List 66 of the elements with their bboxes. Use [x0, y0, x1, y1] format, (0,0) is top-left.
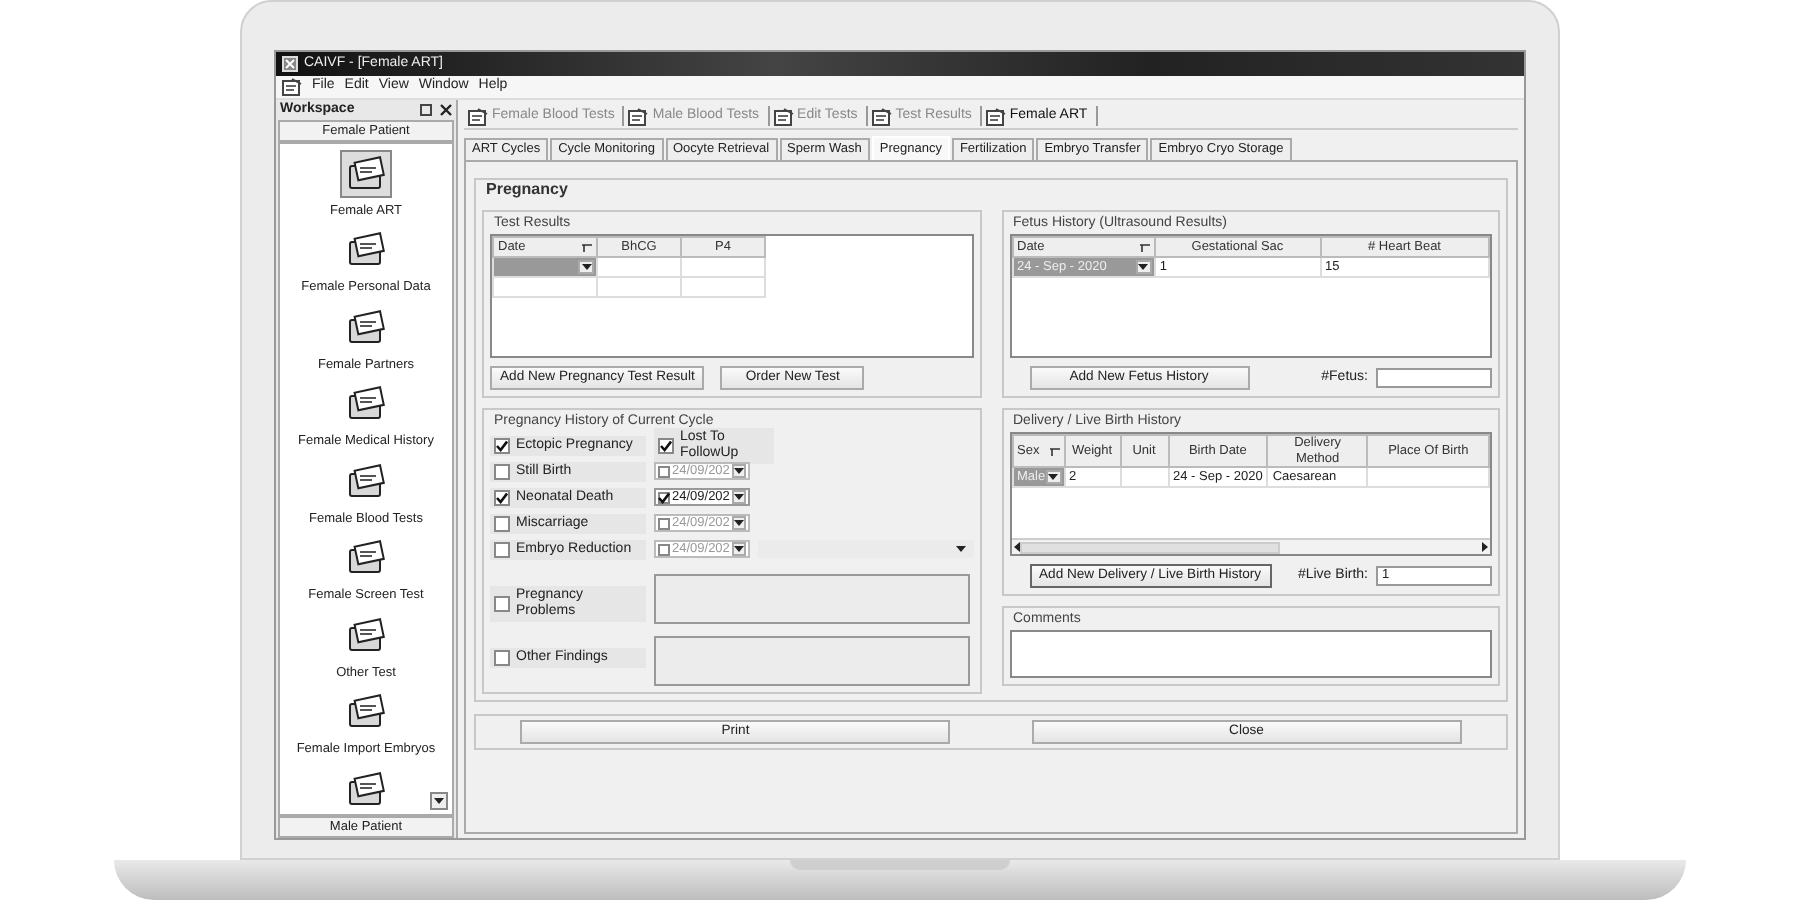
document-icon — [346, 617, 386, 654]
dropdown-button[interactable] — [578, 260, 594, 275]
dropdown-button[interactable] — [731, 490, 746, 505]
checkbox[interactable] — [494, 515, 510, 532]
checkbox[interactable] — [494, 650, 510, 667]
document-icon — [346, 694, 386, 731]
table-cell — [1120, 467, 1168, 488]
document-icon — [346, 156, 386, 192]
notepad-icon — [628, 107, 649, 125]
document-icon — [346, 463, 386, 500]
checkbox[interactable] — [658, 437, 674, 454]
filter-icon — [1049, 447, 1059, 456]
filter-icon — [582, 243, 592, 252]
notes-field[interactable] — [654, 574, 969, 625]
table-cell — [1367, 467, 1489, 488]
notepad-icon — [773, 107, 794, 125]
notepad-icon — [871, 107, 892, 125]
filter-icon — [1139, 243, 1150, 252]
caret-icon — [733, 494, 744, 501]
dropdown-button[interactable] — [1135, 260, 1152, 275]
dropdown-button[interactable] — [731, 516, 746, 531]
restore-icon — [420, 104, 432, 116]
caret-icon — [955, 546, 965, 553]
scroll-right-icon — [1482, 542, 1488, 553]
input-field[interactable] — [1376, 368, 1492, 389]
dropdown-button[interactable] — [1045, 470, 1061, 485]
close-icon — [440, 104, 452, 116]
notepad-icon — [468, 107, 488, 125]
scroll-down-button[interactable] — [430, 792, 448, 810]
horizontal-scrollbar[interactable] — [1011, 538, 1490, 555]
dropdown-button[interactable] — [731, 542, 746, 557]
check-icon — [660, 439, 672, 452]
document-icon — [346, 771, 386, 808]
notepad-icon — [985, 107, 1006, 125]
checkbox[interactable] — [494, 489, 510, 506]
group-title: Pregnancy — [482, 180, 572, 199]
caret-icon — [733, 546, 744, 553]
nav-icon-button[interactable] — [340, 150, 392, 198]
table-cell — [681, 257, 765, 278]
date-checkbox[interactable] — [658, 465, 670, 478]
caret-icon — [733, 468, 744, 475]
caret-icon — [1048, 474, 1058, 481]
check-icon — [496, 439, 508, 452]
checkbox[interactable] — [494, 463, 510, 480]
caret-icon — [581, 264, 591, 271]
caret-icon — [434, 798, 444, 804]
caret-icon — [1138, 264, 1149, 271]
table-cell — [597, 277, 681, 298]
document-icon — [346, 232, 386, 269]
check-icon — [496, 491, 508, 504]
date-checkbox[interactable] — [658, 491, 670, 504]
app-icon — [282, 56, 298, 72]
notes-field[interactable] — [654, 636, 969, 687]
date-checkbox[interactable] — [658, 543, 670, 556]
checkbox[interactable] — [494, 541, 510, 558]
checkbox[interactable] — [494, 596, 510, 613]
document-icon — [346, 540, 386, 577]
date-checkbox[interactable] — [658, 517, 670, 530]
checkbox[interactable] — [494, 437, 510, 454]
comments-field[interactable] — [1009, 630, 1492, 679]
dropdown-button[interactable] — [731, 464, 746, 479]
table-cell — [681, 277, 765, 298]
document-icon — [346, 309, 386, 346]
document-icon — [346, 386, 386, 423]
caret-icon — [733, 520, 744, 527]
check-icon — [658, 491, 670, 504]
